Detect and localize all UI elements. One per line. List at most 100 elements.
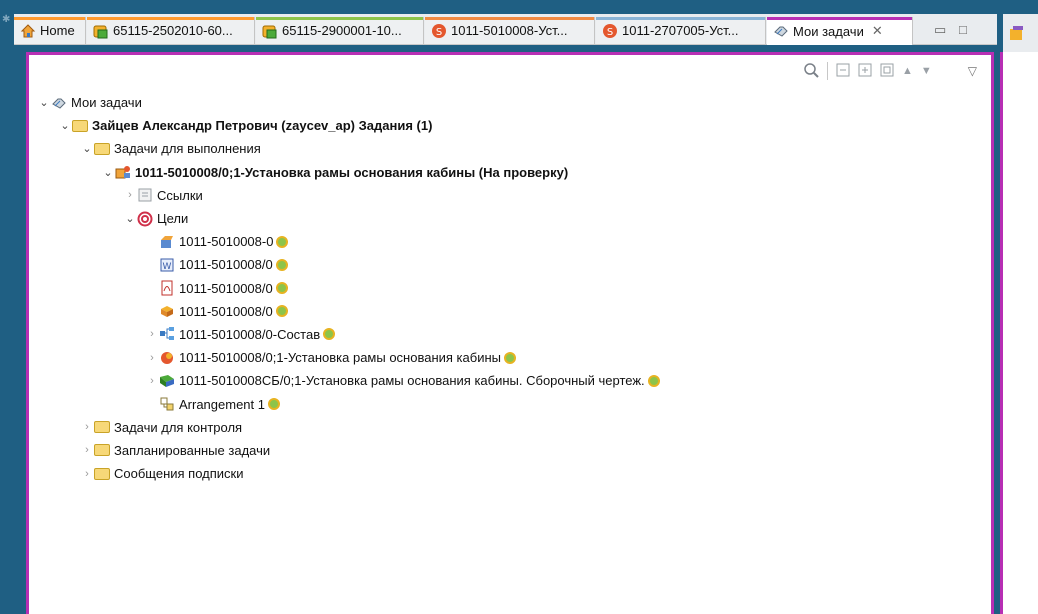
expand-level-icon[interactable] bbox=[880, 63, 894, 80]
maximize-icon[interactable]: □ bbox=[959, 22, 967, 37]
svg-text:S: S bbox=[436, 27, 442, 38]
tree-node-user[interactable]: ⌄ Зайцев Александр Петрович (zaycev_ap) … bbox=[29, 114, 991, 137]
tree-node-target-item[interactable]: › 1011-5010008/0-Состав bbox=[29, 323, 991, 346]
chevron-right-icon[interactable]: › bbox=[145, 351, 159, 365]
tree-node-target-item[interactable]: › 1011-5010008СБ/0;1-Установка рамы осно… bbox=[29, 369, 991, 392]
tab-label: 65115-2502010-60... bbox=[113, 23, 233, 38]
target-icon bbox=[137, 211, 153, 227]
move-up-icon[interactable]: ▲ bbox=[902, 65, 913, 77]
tree-node-target-item[interactable]: 1011-5010008-0 bbox=[29, 230, 991, 253]
dataset-icon bbox=[159, 303, 175, 319]
tree-label: Цели bbox=[157, 211, 189, 227]
tree-node-target-item[interactable]: 1011-5010008/0 bbox=[29, 300, 991, 323]
chevron-right-icon[interactable]: › bbox=[123, 188, 137, 202]
tree-node-scheduled-tasks[interactable]: › Запланированные задачи bbox=[29, 439, 991, 462]
folder-icon bbox=[94, 442, 110, 458]
folder-icon bbox=[72, 118, 88, 134]
view-icon bbox=[1009, 26, 1025, 45]
tree-node-task[interactable]: ⌄ 1011-5010008/0;1-Установка рамы основа… bbox=[29, 161, 991, 184]
tree-node-target-item[interactable]: › 1011-5010008/0;1-Установка рамы основа… bbox=[29, 346, 991, 369]
tab-process-1011-5010008[interactable]: S 1011-5010008-Уст... bbox=[425, 17, 595, 44]
window-left-strip: ✱ bbox=[0, 0, 14, 614]
tree-label: 1011-5010008-0 bbox=[179, 234, 274, 250]
tree-node-subscription-messages[interactable]: › Сообщения подписки bbox=[29, 462, 991, 485]
process-icon: S bbox=[431, 23, 447, 39]
tab-accent-bar bbox=[596, 17, 765, 20]
folder-icon bbox=[94, 141, 110, 157]
view-toolbar: ▲ ▼ ▽ bbox=[803, 61, 977, 81]
chevron-down-icon[interactable]: ⌄ bbox=[37, 96, 51, 110]
chevron-right-icon[interactable]: › bbox=[80, 420, 94, 434]
editor-tab-bar: Home 65115-2502010-60... 65115-2900001-1… bbox=[14, 14, 997, 45]
tree-label: 1011-5010008/0 bbox=[179, 280, 273, 296]
item-revision-icon bbox=[262, 23, 278, 39]
chevron-down-icon[interactable]: ⌄ bbox=[58, 119, 72, 133]
tree-node-target-item[interactable]: W 1011-5010008/0 bbox=[29, 253, 991, 276]
folder-icon bbox=[94, 419, 110, 435]
structure-icon bbox=[159, 326, 175, 342]
chevron-down-icon[interactable]: ⌄ bbox=[101, 165, 115, 179]
tab-label: Home bbox=[40, 23, 75, 38]
drawing-icon bbox=[159, 373, 175, 389]
svg-text:W: W bbox=[163, 262, 172, 272]
right-side-view bbox=[1000, 14, 1038, 614]
tab-item-65115-2502010[interactable]: 65115-2502010-60... bbox=[87, 17, 255, 44]
references-icon bbox=[137, 187, 153, 203]
my-tasks-view: ▲ ▼ ▽ ⌄ Мои задачи ⌄ Зайцев Александр Пе… bbox=[26, 52, 994, 614]
expand-all-icon[interactable] bbox=[858, 63, 872, 80]
tree-label: Задачи для выполнения bbox=[114, 141, 261, 157]
folder-icon bbox=[94, 466, 110, 482]
chevron-down-icon[interactable]: ⌄ bbox=[80, 142, 94, 156]
chevron-right-icon[interactable]: › bbox=[80, 443, 94, 457]
tab-item-65115-2900001[interactable]: 65115-2900001-10... bbox=[256, 17, 424, 44]
move-down-icon[interactable]: ▼ bbox=[921, 65, 932, 77]
tab-label: Мои задачи bbox=[793, 23, 864, 39]
tree-label: 1011-5010008/0 bbox=[179, 257, 273, 273]
status-badge-icon bbox=[503, 351, 516, 364]
word-document-icon: W bbox=[159, 257, 175, 273]
tree-node-references[interactable]: › Ссылки bbox=[29, 184, 991, 207]
tree-node-tasks-to-perform[interactable]: ⌄ Задачи для выполнения bbox=[29, 137, 991, 160]
chevron-right-icon[interactable]: › bbox=[145, 374, 159, 388]
tab-process-1011-2707005[interactable]: S 1011-2707005-Уст... bbox=[596, 17, 766, 44]
tree-node-target-item[interactable]: Arrangement 1 bbox=[29, 392, 991, 415]
tree-node-targets[interactable]: ⌄ Цели bbox=[29, 207, 991, 230]
task-icon bbox=[115, 164, 131, 180]
tab-accent-bar bbox=[256, 17, 423, 20]
chevron-right-icon[interactable]: › bbox=[80, 467, 94, 481]
tab-accent-bar bbox=[425, 17, 594, 20]
pin-icon: ✱ bbox=[2, 14, 11, 25]
tab-label: 1011-2707005-Уст... bbox=[622, 23, 739, 38]
chevron-down-icon[interactable]: ⌄ bbox=[123, 212, 137, 226]
tree-label: Зайцев Александр Петрович (zaycev_ap) За… bbox=[92, 118, 433, 134]
tab-my-tasks[interactable]: Мои задачи ✕ bbox=[767, 17, 913, 45]
close-tab-icon[interactable]: ✕ bbox=[872, 23, 883, 39]
home-icon bbox=[20, 23, 36, 39]
tree-label: Arrangement 1 bbox=[179, 396, 265, 412]
tree-label: 1011-5010008/0-Состав bbox=[179, 326, 321, 342]
tab-accent-bar bbox=[14, 17, 85, 20]
status-badge-icon bbox=[323, 328, 336, 341]
status-badge-icon bbox=[275, 282, 288, 295]
tree-label: Мои задачи bbox=[71, 95, 142, 111]
tree-node-target-item[interactable]: 1011-5010008/0 bbox=[29, 277, 991, 300]
tree-node-tasks-to-track[interactable]: › Задачи для контроля bbox=[29, 416, 991, 439]
chevron-right-icon[interactable]: › bbox=[145, 327, 159, 341]
search-icon[interactable] bbox=[803, 62, 819, 81]
tab-accent-bar bbox=[767, 17, 912, 20]
minimize-icon[interactable]: ▭ bbox=[934, 22, 946, 38]
my-tasks-icon bbox=[773, 23, 789, 39]
view-menu-icon[interactable]: ▽ bbox=[968, 64, 977, 78]
status-badge-icon bbox=[647, 374, 660, 387]
tree-label: Ссылки bbox=[157, 187, 203, 203]
tree-node-my-tasks[interactable]: ⌄ Мои задачи bbox=[29, 91, 991, 114]
model-icon bbox=[159, 234, 175, 250]
tab-home[interactable]: Home bbox=[14, 17, 86, 44]
svg-text:S: S bbox=[607, 27, 613, 38]
right-view-tab[interactable] bbox=[1003, 14, 1038, 52]
collapse-all-icon[interactable] bbox=[836, 63, 850, 80]
